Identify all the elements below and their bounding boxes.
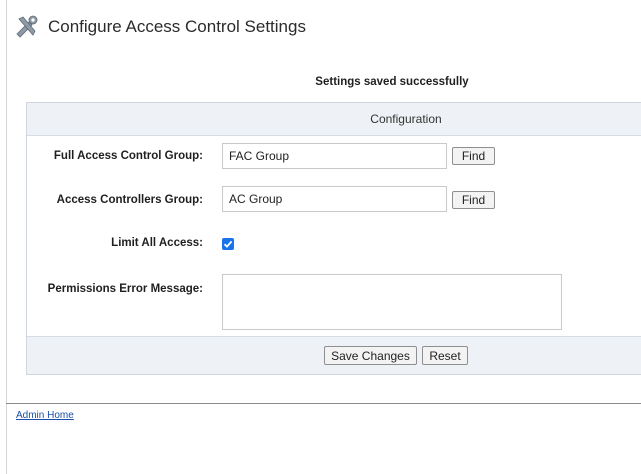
full-access-input[interactable] <box>222 143 447 169</box>
panel-title: Configuration <box>27 103 641 136</box>
panel-footer: Save Changes Reset <box>27 336 641 374</box>
full-access-find-button[interactable]: Find <box>452 147 495 165</box>
save-changes-button[interactable]: Save Changes <box>324 346 417 365</box>
page-title: Configure Access Control Settings <box>48 17 306 36</box>
error-message-label: Permissions Error Message: <box>47 283 203 295</box>
footer-divider <box>6 403 641 404</box>
page-header: Configure Access Control Settings <box>14 12 306 42</box>
limit-access-checkbox[interactable] <box>222 238 234 250</box>
checkmark-icon <box>223 240 233 248</box>
status-message: Settings saved successfully <box>315 76 469 88</box>
status-message-row: Settings saved successfully <box>0 72 641 90</box>
controllers-input[interactable] <box>222 186 447 212</box>
error-message-textarea[interactable] <box>222 274 562 330</box>
full-access-label: Full Access Control Group: <box>53 150 203 162</box>
controllers-find-button[interactable]: Find <box>452 191 495 209</box>
configuration-panel: Configuration Full Access Control Group:… <box>26 102 641 375</box>
tools-icon <box>16 15 38 38</box>
admin-home-link[interactable]: Admin Home <box>16 410 74 421</box>
limit-access-label: Limit All Access: <box>111 237 203 249</box>
controllers-label: Access Controllers Group: <box>56 194 203 206</box>
reset-button[interactable]: Reset <box>422 346 468 365</box>
